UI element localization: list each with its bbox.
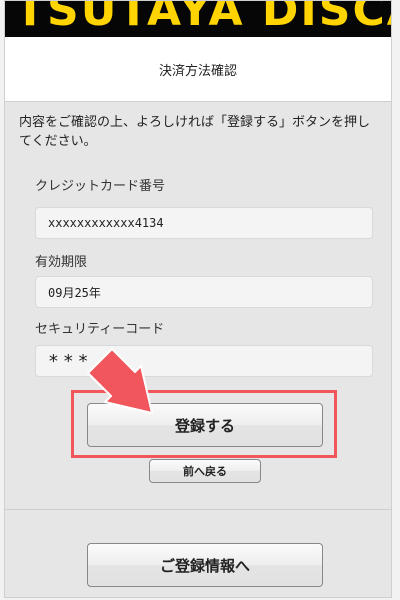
register-button[interactable]: 登録する (87, 403, 323, 447)
page-title: 決済方法確認 (158, 63, 237, 79)
expiry-field: 09月25年 (35, 276, 373, 308)
back-button[interactable]: 前へ戻る (149, 459, 261, 483)
brand-header: TSUTAYA DISCAS (5, 1, 391, 37)
card-number-label: クレジットカード番号 (35, 179, 166, 194)
registration-info-button[interactable]: ご登録情報へ (87, 543, 323, 587)
confirmation-notice: 内容をご確認の上、よろしければ「登録する」ボタンを押してください。 (19, 115, 371, 149)
security-code-field: *** (35, 345, 373, 377)
card-number-field: xxxxxxxxxxxx4134 (35, 207, 373, 239)
section-divider (5, 509, 391, 510)
expiry-label: 有効期限 (35, 255, 88, 270)
page-title-bar: 決済方法確認 (5, 37, 391, 102)
phone-screen: TSUTAYA DISCAS 決済方法確認 内容をご確認の上、よろしければ「登録… (4, 0, 392, 598)
brand-logo: TSUTAYA DISCAS (15, 1, 391, 36)
security-code-label: セキュリティーコード (35, 322, 165, 337)
